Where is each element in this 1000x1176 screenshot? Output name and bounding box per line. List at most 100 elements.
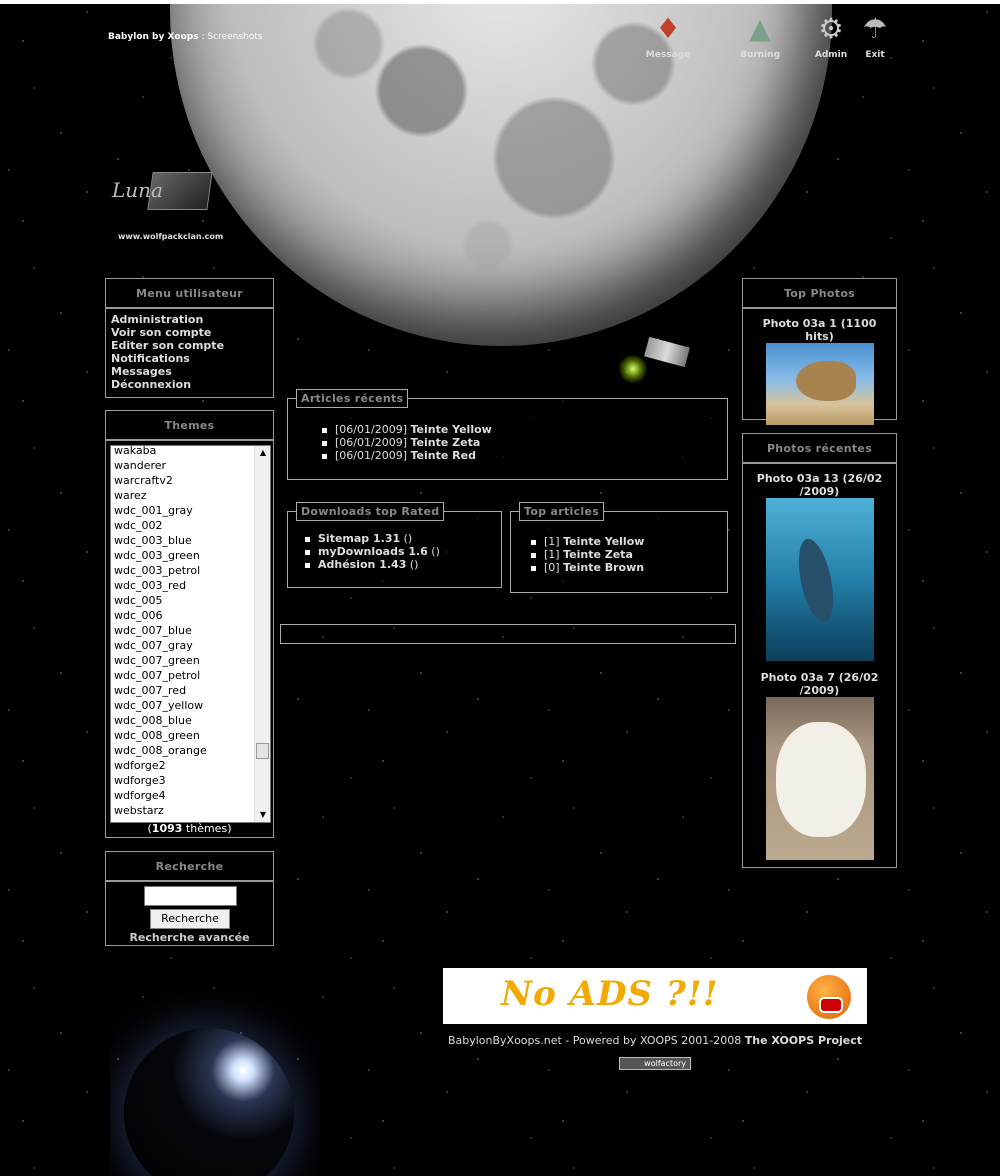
recent-article-link[interactable]: Teinte Red — [410, 449, 475, 462]
theme-option[interactable]: wdc_007_blue — [114, 623, 270, 638]
theme-option[interactable]: wdforge3 — [114, 773, 270, 788]
search-block: Recherche Recherche Recherche avancée — [105, 851, 274, 946]
dolphin-photo[interactable] — [765, 498, 874, 661]
nav-exit[interactable]: ☂ Exit — [847, 12, 903, 60]
theme-option[interactable]: wdc_003_red — [114, 578, 270, 593]
search-input[interactable] — [144, 886, 237, 906]
user-menu-notifications[interactable]: Notifications — [111, 352, 268, 365]
top-article-link[interactable]: Teinte Yellow — [563, 535, 644, 548]
site-logo[interactable]: Luna www.wolfpackclan.com — [110, 170, 240, 250]
theme-option[interactable]: wdc_007_yellow — [114, 698, 270, 713]
theme-option[interactable]: wdc_008_orange — [114, 743, 270, 758]
top-article-item: [0] Teinte Brown — [529, 561, 644, 574]
advanced-search-link[interactable]: Recherche avancée — [106, 931, 273, 944]
theme-option[interactable]: wdforge2 — [114, 758, 270, 773]
top-article-link[interactable]: Teinte Brown — [563, 561, 644, 574]
page-name: Screenshots — [207, 32, 263, 42]
recent-article-item: [06/01/2009] Teinte Red — [320, 449, 492, 462]
exit-icon: ☂ — [862, 12, 888, 45]
download-link[interactable]: myDownloads 1.6 — [318, 545, 428, 558]
empty-content-bar — [280, 624, 736, 644]
user-menu-logout[interactable]: Déconnexion — [111, 378, 268, 391]
theme-option[interactable]: wakaba — [114, 446, 270, 458]
theme-option[interactable]: wdc_003_blue — [114, 533, 270, 548]
planet-image — [110, 990, 320, 1176]
download-item: Sitemap 1.31 () — [303, 532, 440, 545]
theme-option[interactable]: wdc_007_green — [114, 653, 270, 668]
theme-option[interactable]: wdc_007_petrol — [114, 668, 270, 683]
user-menu-title: Menu utilisateur — [106, 279, 273, 309]
download-item: Adhésion 1.43 () — [303, 558, 440, 571]
polar-bear-photo[interactable] — [765, 697, 874, 860]
recent-article-link[interactable]: Teinte Yellow — [410, 423, 491, 436]
footer-text: BabylonByXoops.net - Powered by XOOPS 20… — [447, 1034, 863, 1047]
xoops-project-link[interactable]: The XOOPS Project — [745, 1034, 862, 1047]
download-link[interactable]: Sitemap 1.31 — [318, 532, 400, 545]
theme-option[interactable]: wdc_006 — [114, 608, 270, 623]
user-menu-administration[interactable]: Administration — [111, 313, 268, 326]
message-icon: ♦ — [655, 12, 681, 45]
camel-photo[interactable] — [765, 343, 874, 425]
site-name[interactable]: Babylon by Xoops — [108, 32, 199, 42]
top-photos-title: Top Photos — [743, 279, 896, 309]
top-articles-title: Top articles — [519, 502, 605, 521]
theme-option[interactable]: wdc_008_blue — [114, 713, 270, 728]
footer-badge[interactable]: wolfactory — [619, 1057, 691, 1070]
top-articles-section: Top articles [1] Teinte Yellow [1] Teint… — [510, 502, 728, 593]
downloads-top-rated-section: Downloads top Rated Sitemap 1.31 () myDo… — [287, 502, 502, 588]
theme-option[interactable]: wanderer — [114, 458, 270, 473]
user-menu-block: Menu utilisateur Administration Voir son… — [105, 278, 274, 398]
site-title: Babylon by Xoops : Screenshots — [108, 32, 263, 42]
theme-option[interactable]: wdc_007_red — [114, 683, 270, 698]
ad-banner[interactable]: No ADS ?!! — [443, 968, 867, 1024]
recent-photos-title: Photos récentes — [743, 434, 896, 464]
top-photos-block: Top Photos Photo 03a 1 (1100 hits) — [742, 278, 897, 425]
search-title: Recherche — [106, 852, 273, 882]
theme-option[interactable]: wdc_003_petrol — [114, 563, 270, 578]
user-menu-messages[interactable]: Messages — [111, 365, 268, 378]
admin-icon: ⚙ — [818, 12, 844, 45]
theme-option[interactable]: wdc_005 — [114, 593, 270, 608]
theme-option[interactable]: wdc_007_gray — [114, 638, 270, 653]
photo-caption[interactable]: Photo 03a 13 (26/02 /2009) — [743, 472, 896, 498]
satellite-image — [610, 336, 730, 390]
theme-list-scrollbar[interactable]: ▲ ▼ — [254, 446, 270, 822]
theme-count: (1093 thèmes) — [147, 822, 232, 835]
nav-burning[interactable]: ▲ Burning — [732, 12, 788, 60]
user-menu-edit-account[interactable]: Editer son compte — [111, 339, 268, 352]
recent-article-item: [06/01/2009] Teinte Yellow — [320, 423, 492, 436]
photo-caption[interactable]: Photo 03a 7 (26/02 /2009) — [743, 671, 896, 697]
top-article-link[interactable]: Teinte Zeta — [563, 548, 633, 561]
themes-title: Themes — [106, 411, 273, 441]
user-menu-view-account[interactable]: Voir son compte — [111, 326, 268, 339]
top-article-item: [1] Teinte Yellow — [529, 535, 644, 548]
nav-message[interactable]: ♦ Message — [640, 12, 696, 60]
download-item: myDownloads 1.6 () — [303, 545, 440, 558]
theme-select-list[interactable]: wakaba wanderer warcraftv2 warez wdc_001_gra… — [110, 445, 271, 823]
theme-option[interactable]: wdc_002 — [114, 518, 270, 533]
theme-option[interactable]: warez — [114, 488, 270, 503]
search-button[interactable]: Recherche — [150, 909, 230, 929]
download-link[interactable]: Adhésion 1.43 — [318, 558, 406, 571]
recent-article-item: [06/01/2009] Teinte Zeta — [320, 436, 492, 449]
recent-photos-block: Photos récentes Photo 03a 13 (26/02 /200… — [742, 433, 897, 868]
theme-option[interactable]: wdc_008_green — [114, 728, 270, 743]
top-nav: ♦ Message ▲ Burning ⚙ Admin ☂ Exit — [640, 12, 900, 68]
downloads-title: Downloads top Rated — [296, 502, 445, 521]
top-article-item: [1] Teinte Zeta — [529, 548, 644, 561]
theme-option[interactable]: wdc_003_green — [114, 548, 270, 563]
scroll-thumb[interactable] — [256, 743, 269, 759]
themes-block: Themes wakaba wanderer warcraftv2 warez wdc_… — [105, 410, 274, 838]
recent-article-link[interactable]: Teinte Zeta — [410, 436, 480, 449]
recent-articles-section: Articles récents [06/01/2009] Teinte Yel… — [287, 389, 728, 480]
recent-articles-title: Articles récents — [296, 389, 409, 408]
shouting-face-icon — [807, 975, 851, 1019]
photo-caption[interactable]: Photo 03a 1 (1100 hits) — [743, 317, 896, 343]
scroll-up-icon[interactable]: ▲ — [255, 446, 270, 460]
theme-option[interactable]: webstarz — [114, 803, 270, 818]
theme-option[interactable]: warcraftv2 — [114, 473, 270, 488]
burning-icon: ▲ — [749, 12, 771, 45]
theme-option[interactable]: wdforge4 — [114, 788, 270, 803]
scroll-down-icon[interactable]: ▼ — [255, 808, 270, 822]
theme-option[interactable]: wdc_001_gray — [114, 503, 270, 518]
